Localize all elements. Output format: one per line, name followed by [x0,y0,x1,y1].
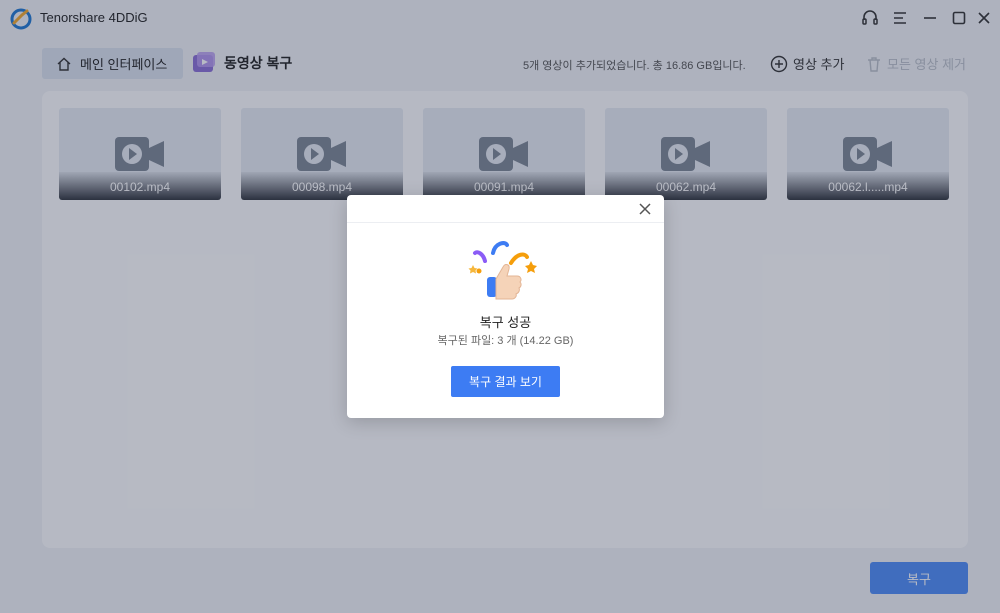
dialog-subtitle: 복구된 파일: 3 개 (14.22 GB) [437,335,574,347]
success-dialog: 복구 성공 복구된 파일: 3 개 (14.22 GB) 복구 결과 보기 [347,195,664,418]
close-icon[interactable] [637,201,653,217]
thumbs-up-icon [468,241,537,300]
view-results-button[interactable]: 복구 결과 보기 [451,366,560,397]
dialog-title: 복구 성공 [479,315,532,330]
dialog-divider [347,222,664,223]
